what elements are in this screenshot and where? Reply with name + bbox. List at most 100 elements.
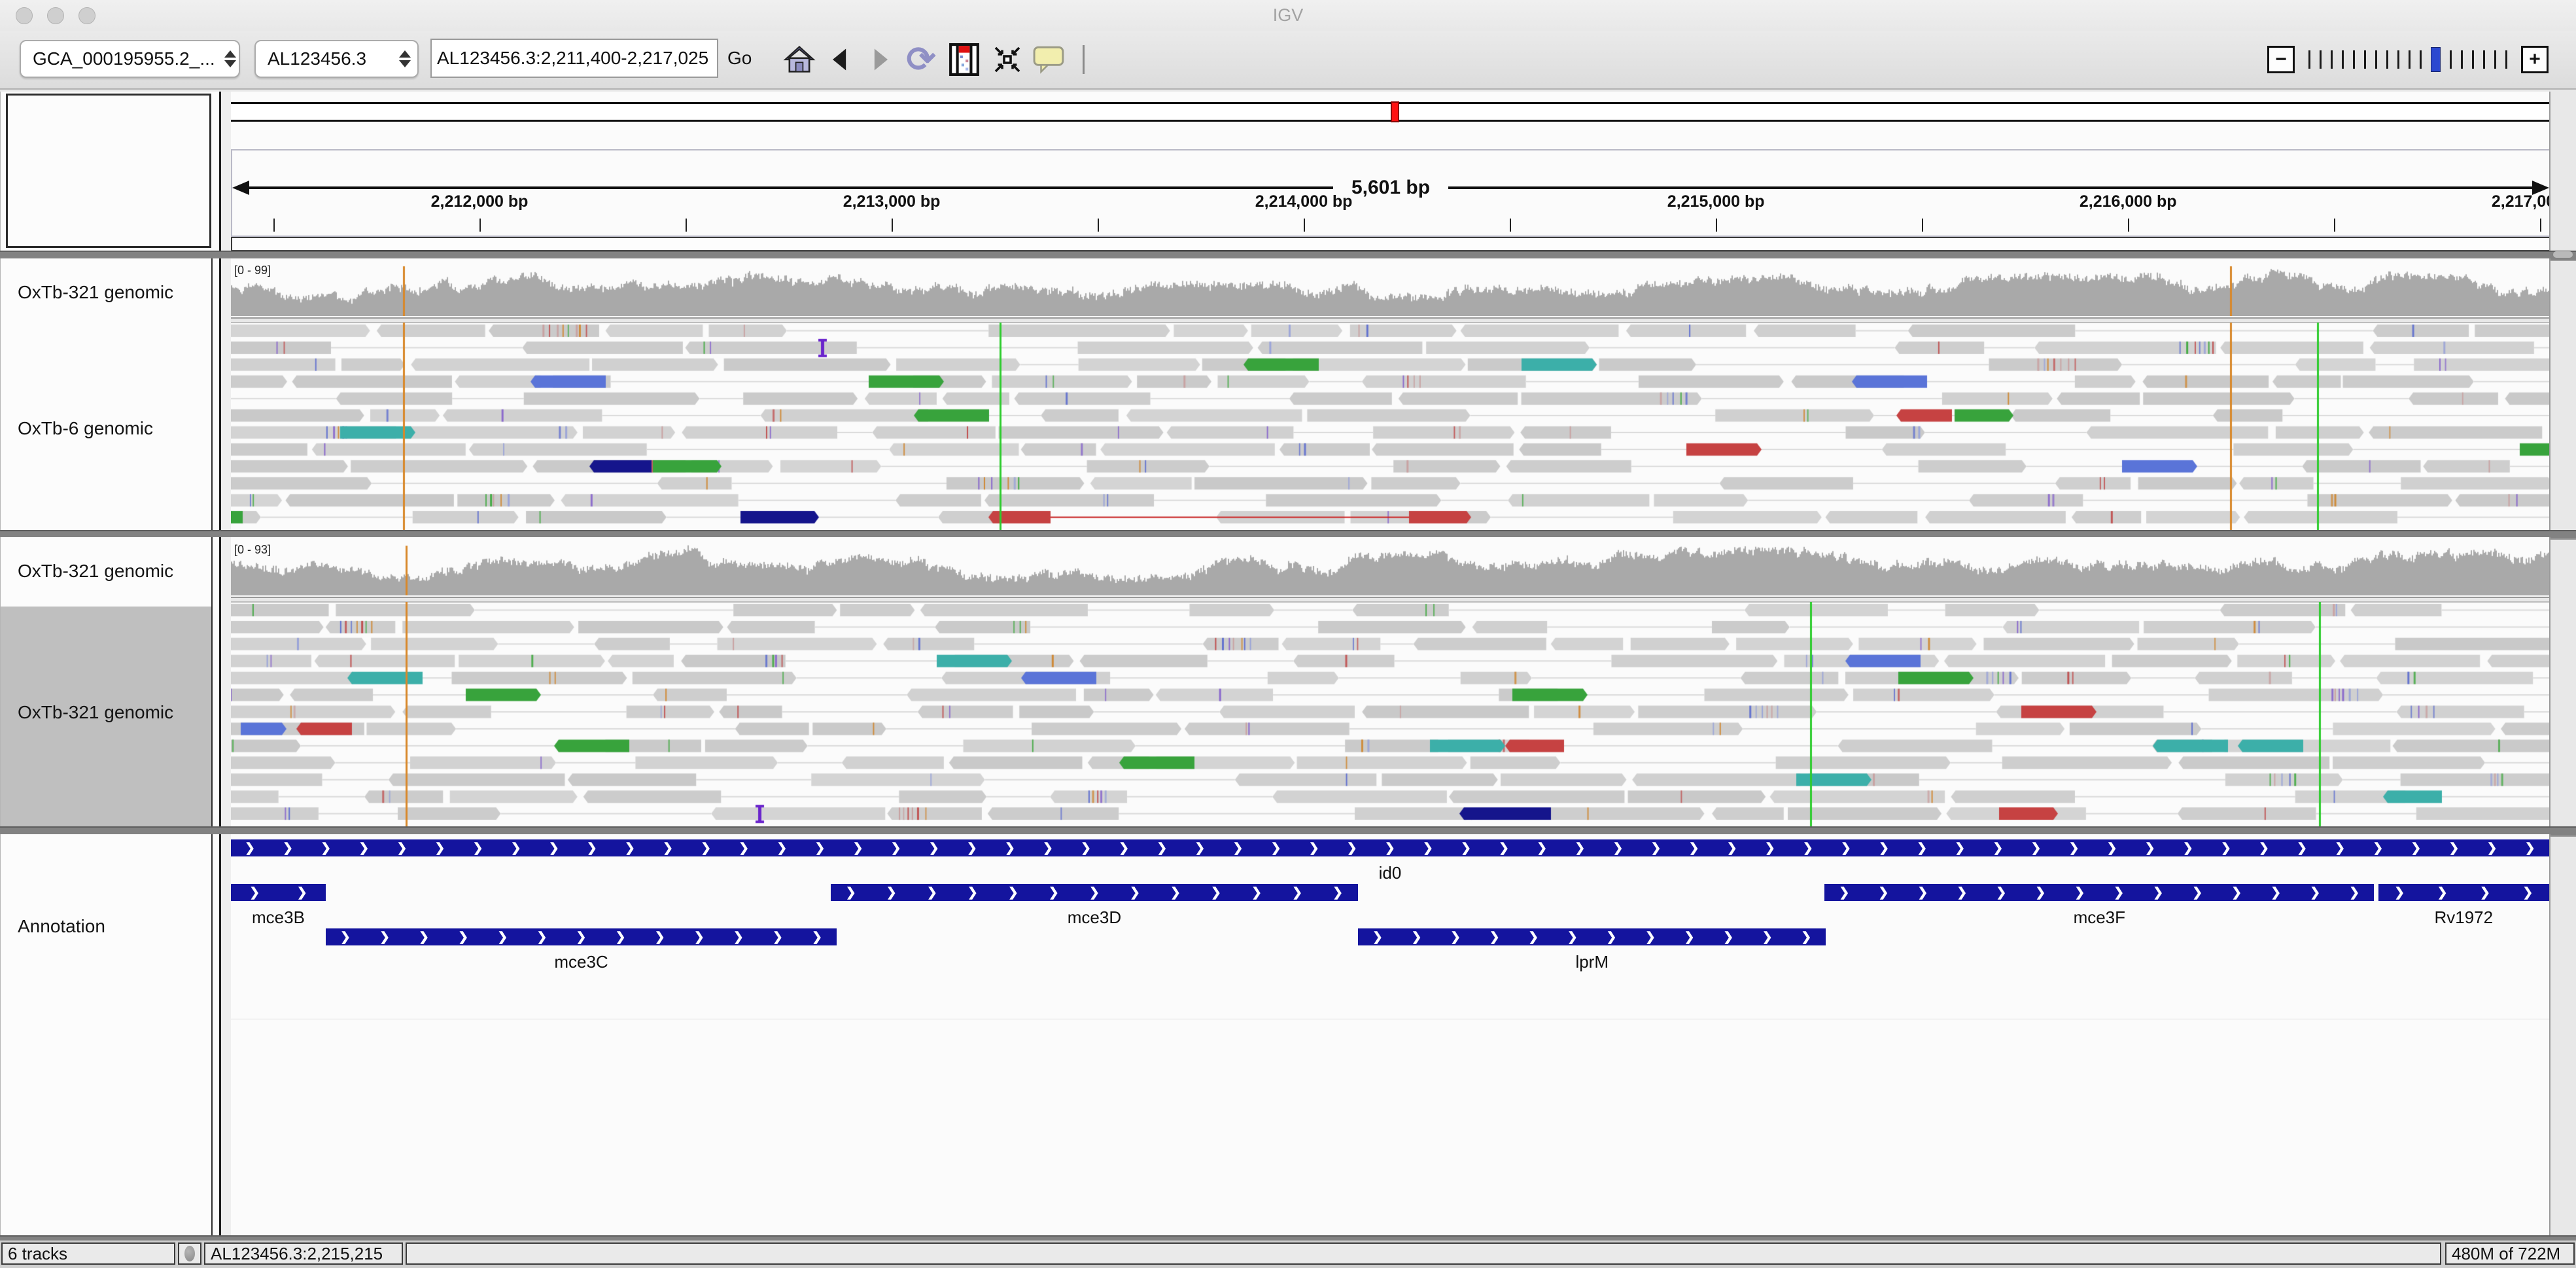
zoom-tick[interactable] (2353, 50, 2355, 69)
zoom-tick[interactable] (2420, 50, 2422, 69)
forward-icon[interactable] (863, 43, 897, 77)
strand-chevron-icon: ❯ (511, 841, 521, 856)
window-titlebar[interactable]: IGV (0, 0, 2576, 31)
zoom-tick[interactable] (2483, 50, 2485, 69)
gene-feature-mce3B[interactable]: ❯❯ (231, 884, 326, 901)
strand-chevron-icon: ❯ (1606, 930, 1616, 945)
zoom-tick[interactable] (2461, 50, 2463, 69)
locus-input[interactable] (430, 39, 718, 78)
strand-chevron-icon: ❯ (886, 885, 897, 900)
comment-bubble-icon[interactable] (1032, 43, 1066, 77)
strand-chevron-icon: ❯ (249, 885, 260, 900)
coverage-canvas[interactable] (231, 262, 2549, 316)
strand-chevron-icon: ❯ (1879, 841, 1889, 856)
zoom-tick[interactable] (2364, 50, 2366, 69)
zoom-tick[interactable] (2342, 50, 2344, 69)
strand-chevron-icon: ❯ (1385, 841, 1395, 856)
zoom-tick[interactable] (2494, 50, 2496, 69)
zoom-out-button[interactable]: − (2267, 46, 2295, 73)
strand-chevron-icon: ❯ (1233, 841, 1244, 856)
strand-chevron-icon: ❯ (245, 841, 255, 856)
ruler-tick (1510, 219, 1511, 232)
ruler-tick (2334, 219, 2335, 232)
fit-to-window-icon[interactable] (990, 43, 1024, 77)
gene-label-mce3B: mce3B (252, 907, 305, 928)
track-label-coverage[interactable]: OxTb-321 genomic (18, 561, 173, 582)
chromosome-select[interactable]: AL123456.3 (254, 40, 419, 78)
attribute-gutter (221, 537, 231, 826)
header-name-box (6, 94, 211, 248)
coverage-track[interactable]: [0 - 93] (231, 542, 2549, 595)
zoom-tick[interactable] (2505, 50, 2507, 69)
zoom-tick[interactable] (2450, 50, 2452, 69)
strand-chevron-icon: ❯ (655, 930, 665, 945)
zoom-level-indicator[interactable] (2431, 47, 2441, 72)
chromosome-ideogram[interactable] (231, 102, 2549, 122)
strand-chevron-icon: ❯ (2487, 841, 2498, 856)
strand-chevron-icon: ❯ (576, 930, 587, 945)
gene-feature-mce3F[interactable]: ❯❯❯❯❯❯❯❯❯❯❯❯❯❯ (1824, 884, 2374, 901)
go-button[interactable]: Go (727, 48, 752, 69)
gene-feature-lprM[interactable]: ❯❯❯❯❯❯❯❯❯❯❯❯ (1358, 928, 1826, 945)
track-label-annotation[interactable]: Annotation (18, 916, 105, 937)
header-data: 5,601 bp 2,212,000 bp2,213,000 bp2,214,0… (231, 92, 2549, 251)
region-tool-icon[interactable] (947, 43, 981, 77)
alignment-panel-2: OxTb-321 genomic OxTb-321 genomic [0 - 9… (0, 537, 2550, 826)
gene-feature-id0[interactable]: ❯❯❯❯❯❯❯❯❯❯❯❯❯❯❯❯❯❯❯❯❯❯❯❯❯❯❯❯❯❯❯❯❯❯❯❯❯❯❯❯… (231, 839, 2549, 856)
strand-chevron-icon: ❯ (1332, 885, 1343, 900)
track-label-coverage[interactable]: OxTb-321 genomic (18, 282, 173, 303)
strand-chevron-icon: ❯ (853, 841, 863, 856)
strand-chevron-icon: ❯ (2310, 885, 2320, 900)
refresh-icon[interactable]: ⟳ (904, 43, 938, 77)
strand-chevron-icon: ❯ (473, 841, 483, 856)
strand-chevron-icon: ❯ (2221, 841, 2231, 856)
ruler-position-label: 2,212,000 bp (431, 192, 529, 211)
zoom-tick[interactable] (2320, 50, 2322, 69)
home-icon[interactable] (782, 43, 816, 77)
zoom-tick[interactable] (2472, 50, 2474, 69)
gene-label-Rv1972: Rv1972 (2434, 907, 2493, 928)
ruler[interactable]: 5,601 bp 2,212,000 bp2,213,000 bp2,214,0… (231, 149, 2549, 237)
ruler-tick (273, 219, 275, 232)
zoom-tick[interactable] (2386, 50, 2388, 69)
read-alignment-canvas[interactable] (231, 602, 2549, 826)
zoom-tick[interactable] (2308, 50, 2310, 69)
track-label-reads[interactable]: OxTb-6 genomic (18, 418, 153, 439)
ruler-position-label: 2,215,000 bp (1667, 192, 1765, 211)
panel2-data: [0 - 93] (231, 537, 2549, 826)
strand-chevron-icon: ❯ (927, 885, 937, 900)
coverage-track[interactable]: [0 - 99] (231, 262, 2549, 316)
read-alignment-canvas[interactable] (231, 323, 2549, 530)
strand-chevron-icon: ❯ (536, 930, 547, 945)
strand-chevron-icon: ❯ (776, 841, 787, 856)
zoom-slider[interactable] (2304, 41, 2512, 78)
main-toolbar: GCA_000195955.2_... AL123456.3 Go ⟳ (0, 31, 2576, 90)
gene-feature-mce3D[interactable]: ❯❯❯❯❯❯❯❯❯❯❯❯❯ (831, 884, 1358, 901)
gene-feature-Rv1972[interactable]: ❯❯❯❯ (2378, 884, 2549, 901)
gene-label-id0: id0 (1379, 863, 1402, 883)
strand-chevron-icon: ❯ (1450, 930, 1461, 945)
zoom-in-button[interactable]: + (2521, 46, 2549, 73)
back-icon[interactable] (823, 43, 857, 77)
ruler-tick (1098, 219, 1099, 232)
strand-chevron-icon: ❯ (1993, 841, 2003, 856)
strand-chevron-icon: ❯ (1271, 841, 1281, 856)
strand-chevron-icon: ❯ (1499, 841, 1509, 856)
zoom-tick[interactable] (2375, 50, 2377, 69)
track-label-reads[interactable]: OxTb-321 genomic (18, 702, 173, 723)
zoom-tick[interactable] (2409, 50, 2411, 69)
strand-chevron-icon: ❯ (396, 841, 407, 856)
genome-select[interactable]: GCA_000195955.2_... (20, 40, 240, 78)
strand-chevron-icon: ❯ (2335, 841, 2345, 856)
strand-chevron-icon: ❯ (1157, 841, 1167, 856)
zoom-tick[interactable] (2397, 50, 2399, 69)
gene-feature-mce3C[interactable]: ❯❯❯❯❯❯❯❯❯❯❯❯❯ (326, 928, 837, 945)
strand-chevron-icon: ❯ (616, 930, 626, 945)
strand-chevron-icon: ❯ (2480, 885, 2490, 900)
scrollbar-thumb[interactable] (2553, 251, 2573, 258)
strand-chevron-icon: ❯ (1347, 841, 1357, 856)
zoom-tick[interactable] (2331, 50, 2333, 69)
name-divider (211, 537, 213, 826)
strand-chevron-icon: ❯ (1251, 885, 1262, 900)
coverage-canvas[interactable] (231, 542, 2549, 595)
